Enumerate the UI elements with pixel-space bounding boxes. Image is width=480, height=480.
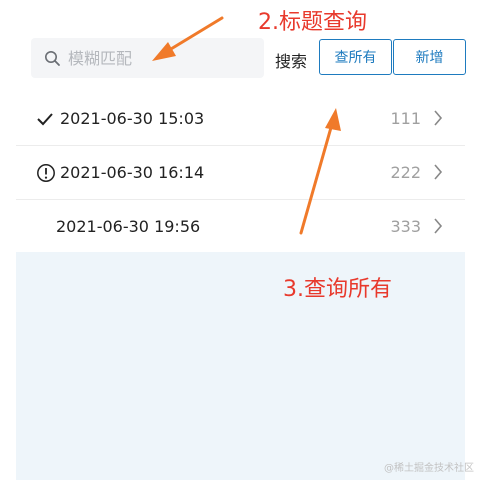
- annotation-title-query: 2.标题查询: [258, 10, 367, 35]
- list-item-time: 2021-06-30 15:03: [60, 109, 205, 128]
- empty-content-area: [16, 252, 465, 480]
- list-item[interactable]: 2021-06-30 15:03 111: [16, 92, 465, 146]
- record-list: 2021-06-30 15:03 111 2021-06-30 16:14 22…: [16, 92, 465, 253]
- search-icon: [44, 49, 62, 67]
- list-item-time: 2021-06-30 16:14: [60, 163, 205, 182]
- list-item-time: 2021-06-30 19:56: [56, 217, 201, 236]
- list-item[interactable]: 2021-06-30 16:14 222: [16, 146, 465, 200]
- add-button[interactable]: 新增: [393, 39, 466, 75]
- search-input[interactable]: [68, 48, 248, 68]
- search-label[interactable]: 搜索: [275, 48, 307, 72]
- annotation-query-all: 3.查询所有: [283, 277, 392, 302]
- alert-circle-icon: [36, 163, 58, 183]
- chevron-right-icon: [433, 164, 443, 184]
- query-all-button[interactable]: 查所有: [319, 39, 392, 75]
- list-item-count: 222: [390, 163, 421, 182]
- chevron-right-icon: [433, 218, 443, 238]
- list-item[interactable]: 2021-06-30 19:56 333: [16, 200, 465, 253]
- list-item-count: 111: [390, 109, 421, 128]
- check-icon: [36, 112, 58, 126]
- chevron-right-icon: [433, 110, 443, 130]
- list-item-count: 333: [390, 217, 421, 236]
- watermark: @稀土掘金技术社区: [384, 463, 474, 474]
- search-box[interactable]: [31, 38, 264, 78]
